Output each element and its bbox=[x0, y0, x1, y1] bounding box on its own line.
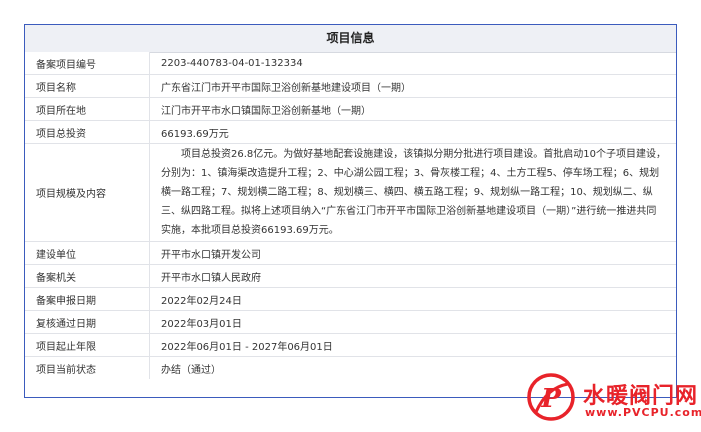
table-row: 项目规模及内容 项目总投资26.8亿元。为做好基地配套设施建设，该镇拟分期分批进… bbox=[25, 143, 676, 242]
project-info-table: 备案项目编号 2203-440783-04-01-132334 项目名称 广东省… bbox=[25, 52, 676, 379]
row-value: 2022年02月24日 bbox=[149, 287, 676, 311]
table-row: 复核通过日期 2022年03月01日 bbox=[25, 310, 676, 334]
row-value: 开平市水口镇人民政府 bbox=[149, 264, 676, 288]
table-row: 项目起止年限 2022年06月01日 - 2027年06月01日 bbox=[25, 333, 676, 357]
table-row: 项目总投资 66193.69万元 bbox=[25, 120, 676, 144]
row-label: 项目所在地 bbox=[25, 97, 150, 121]
row-label: 项目起止年限 bbox=[25, 333, 150, 357]
row-value: 项目总投资26.8亿元。为做好基地配套设施建设，该镇拟分期分批进行项目建设。首批… bbox=[149, 143, 676, 242]
row-value: 2022年03月01日 bbox=[149, 310, 676, 334]
table-row: 备案申报日期 2022年02月24日 bbox=[25, 287, 676, 311]
row-label: 项目名称 bbox=[25, 74, 150, 98]
row-value: 广东省江门市开平市国际卫浴创新基地建设项目（一期） bbox=[149, 74, 676, 98]
logo-letter: P bbox=[540, 384, 562, 414]
table-row: 建设单位 开平市水口镇开发公司 bbox=[25, 241, 676, 265]
table-row: 备案项目编号 2203-440783-04-01-132334 bbox=[25, 52, 676, 75]
row-value: 2022年06月01日 - 2027年06月01日 bbox=[149, 333, 676, 357]
site-watermark: P 水暖阀门网 www.PVCPU.com bbox=[526, 372, 701, 432]
watermark-url: www.PVCPU.com bbox=[585, 406, 701, 419]
row-label: 项目规模及内容 bbox=[25, 143, 150, 242]
row-label: 复核通过日期 bbox=[25, 310, 150, 334]
row-value: 66193.69万元 bbox=[149, 120, 676, 144]
row-label: 项目总投资 bbox=[25, 120, 150, 144]
table-title: 项目信息 bbox=[25, 25, 676, 53]
project-scale-text: 项目总投资26.8亿元。为做好基地配套设施建设，该镇拟分期分批进行项目建设。首批… bbox=[161, 149, 666, 236]
table-row: 备案机关 开平市水口镇人民政府 bbox=[25, 264, 676, 288]
row-label: 备案项目编号 bbox=[25, 52, 150, 75]
table-row: 项目所在地 江门市开平市水口镇国际卫浴创新基地（一期） bbox=[25, 97, 676, 121]
pvcpu-logo-icon: P bbox=[527, 373, 575, 421]
row-label: 备案机关 bbox=[25, 264, 150, 288]
project-info-table-frame: 项目信息 备案项目编号 2203-440783-04-01-132334 项目名… bbox=[24, 24, 677, 398]
table-row: 项目名称 广东省江门市开平市国际卫浴创新基地建设项目（一期） bbox=[25, 74, 676, 98]
row-value: 2203-440783-04-01-132334 bbox=[149, 52, 676, 75]
row-label: 备案申报日期 bbox=[25, 287, 150, 311]
row-value: 开平市水口镇开发公司 bbox=[149, 241, 676, 265]
row-value: 江门市开平市水口镇国际卫浴创新基地（一期） bbox=[149, 97, 676, 121]
row-label: 建设单位 bbox=[25, 241, 150, 265]
row-label: 项目当前状态 bbox=[25, 356, 150, 379]
